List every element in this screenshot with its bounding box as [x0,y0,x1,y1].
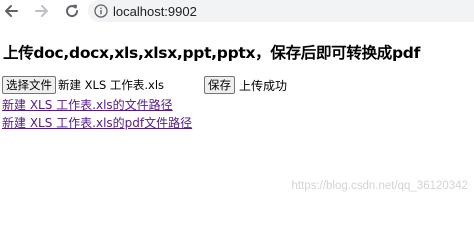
choose-file-button[interactable]: 选择文件 [2,76,56,94]
page-title: 上传doc,docx,xls,xlsx,ppt,pptx，保存后即可转换成pdf [3,44,421,62]
selected-file-name: 新建 XLS 工作表.xls [58,78,165,92]
save-button[interactable]: 保存 [204,76,235,94]
forward-button[interactable] [31,0,53,22]
info-icon[interactable] [94,4,108,18]
arrow-right-icon [35,5,48,17]
back-button[interactable] [0,0,22,22]
pdf-file-path-link[interactable]: 新建 XLS 工作表.xls的pdf文件路径 [2,114,192,131]
reload-button[interactable] [61,0,83,22]
arrow-left-icon [5,5,18,17]
browser-toolbar: localhost:9902 [0,0,474,24]
upload-status: 上传成功 [239,78,288,93]
url-text[interactable]: localhost:9902 [113,4,197,19]
watermark: https://blog.csdn.net/qq_36120342 [291,180,468,192]
page-content: 上传doc,docx,xls,xlsx,ppt,pptx，保存后即可转换成pdf… [0,24,474,202]
upload-form: 选择文件 新建 XLS 工作表.xls 保存 上传成功 [2,76,287,94]
xls-file-path-link[interactable]: 新建 XLS 工作表.xls的文件路径 [2,96,173,113]
address-bar[interactable]: localhost:9902 [88,0,474,22]
reload-icon [66,4,79,18]
